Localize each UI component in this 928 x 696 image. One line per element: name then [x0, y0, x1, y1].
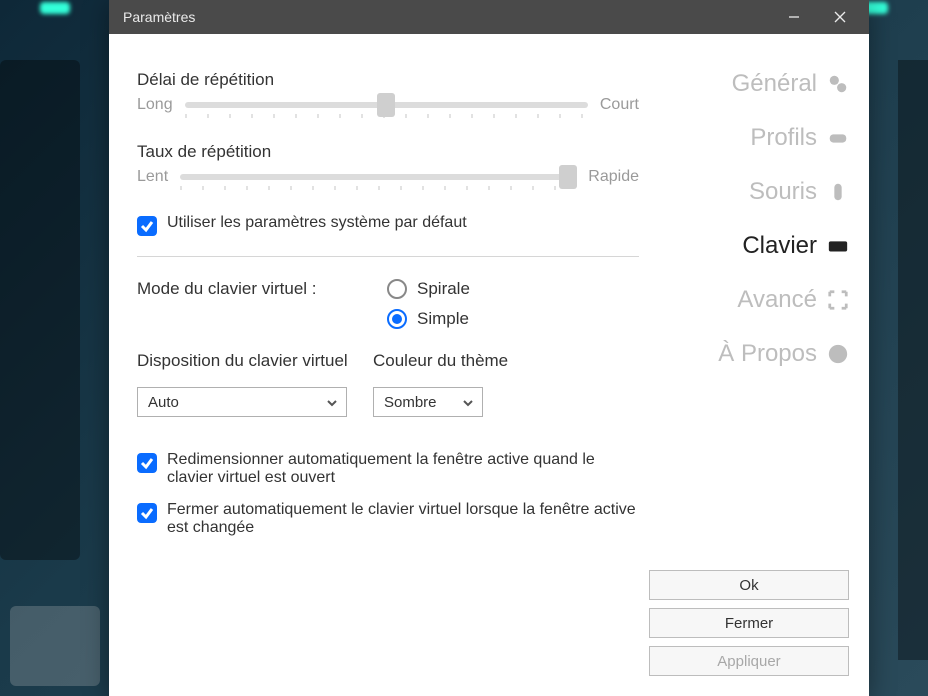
nav-advanced[interactable]: Avancé: [737, 286, 849, 314]
check-icon: [137, 216, 157, 236]
nav-keyboard-label: Clavier: [742, 232, 817, 260]
theme-color-label: Couleur du thème: [373, 351, 483, 371]
vk-layout-label: Disposition du clavier virtuel: [137, 351, 347, 371]
repeat-rate-min: Lent: [137, 168, 168, 186]
close-button[interactable]: [817, 0, 863, 34]
titlebar[interactable]: Paramètres: [109, 0, 869, 34]
nav-general-label: Général: [732, 70, 817, 98]
repeat-delay-slider[interactable]: Long Court: [137, 96, 639, 114]
mouse-icon: [827, 181, 849, 203]
nav-advanced-label: Avancé: [737, 286, 817, 314]
check-icon: [137, 503, 157, 523]
nav-general[interactable]: Général: [732, 70, 849, 98]
resize-when-open-checkbox[interactable]: Redimensionner automatiquement la fenêtr…: [137, 451, 639, 487]
vk-mode-simple[interactable]: Simple: [387, 309, 470, 329]
close-on-window-change-checkbox[interactable]: Fermer automatiquement le clavier virtue…: [137, 501, 639, 537]
nav-profiles[interactable]: Profils: [750, 124, 849, 152]
vk-mode-label: Mode du clavier virtuel :: [137, 279, 387, 299]
settings-window: Paramètres Délai de répétition Long Cour…: [109, 0, 869, 696]
theme-color-value: Sombre: [384, 394, 437, 411]
repeat-rate-label: Taux de répétition: [137, 142, 639, 162]
repeat-rate-max: Rapide: [588, 168, 639, 186]
vk-mode-spiral[interactable]: Spirale: [387, 279, 470, 299]
use-system-defaults-checkbox[interactable]: Utiliser les paramètres système par défa…: [137, 214, 639, 236]
radio-icon: [387, 309, 407, 329]
nav-about[interactable]: À Propos: [718, 340, 849, 368]
repeat-delay-label: Délai de répétition: [137, 70, 639, 90]
vk-layout-value: Auto: [148, 394, 179, 411]
gamepad-icon: [827, 127, 849, 149]
window-title: Paramètres: [123, 9, 195, 25]
ok-button[interactable]: Ok: [649, 570, 849, 600]
apply-button[interactable]: Appliquer: [649, 646, 849, 676]
minimize-button[interactable]: [771, 0, 817, 34]
keyboard-icon: [827, 235, 849, 257]
settings-nav: Général Profils Souris: [649, 70, 849, 368]
repeat-delay-max: Court: [600, 96, 639, 114]
nav-mouse[interactable]: Souris: [749, 178, 849, 206]
close-on-window-change-label: Fermer automatiquement le clavier virtue…: [167, 501, 639, 537]
chevron-down-icon: [462, 396, 474, 408]
resize-when-open-label: Redimensionner automatiquement la fenêtr…: [167, 451, 639, 487]
use-system-defaults-label: Utiliser les paramètres système par défa…: [167, 214, 467, 232]
close-dialog-button[interactable]: Fermer: [649, 608, 849, 638]
expand-icon: [827, 289, 849, 311]
gears-icon: [827, 73, 849, 95]
nav-keyboard[interactable]: Clavier: [742, 232, 849, 260]
check-icon: [137, 453, 157, 473]
nav-mouse-label: Souris: [749, 178, 817, 206]
chevron-down-icon: [326, 396, 338, 408]
nav-profiles-label: Profils: [750, 124, 817, 152]
repeat-rate-slider[interactable]: Lent Rapide: [137, 168, 639, 186]
vk-mode-simple-label: Simple: [417, 309, 469, 329]
repeat-delay-min: Long: [137, 96, 173, 114]
nav-about-label: À Propos: [718, 340, 817, 368]
divider: [137, 256, 639, 257]
radio-icon: [387, 279, 407, 299]
vk-layout-select[interactable]: Auto: [137, 387, 347, 417]
theme-color-select[interactable]: Sombre: [373, 387, 483, 417]
vk-mode-spiral-label: Spirale: [417, 279, 470, 299]
info-icon: [827, 343, 849, 365]
